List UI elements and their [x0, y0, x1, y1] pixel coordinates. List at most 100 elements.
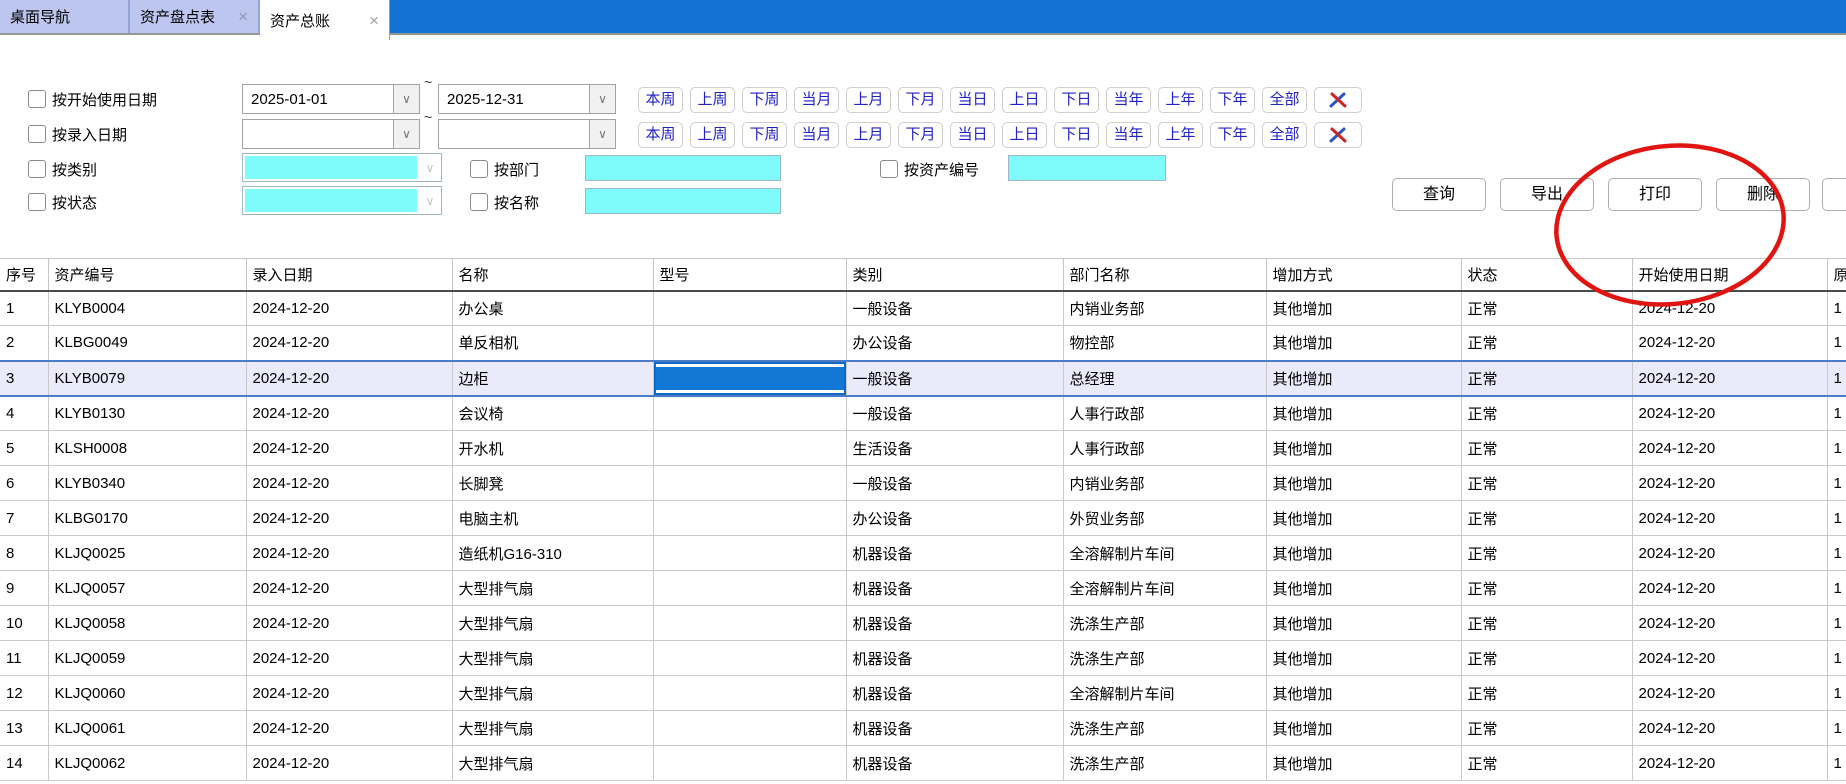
entry-date-to-dropdown[interactable]: ∨ — [438, 119, 616, 149]
table-cell[interactable]: 其他增加 — [1266, 326, 1461, 361]
column-header[interactable]: 部门名称 — [1063, 259, 1266, 291]
start-use-date-checkbox[interactable] — [28, 90, 46, 108]
quick-range-link[interactable]: 当月 — [794, 87, 839, 113]
quick-range-link[interactable]: 下日 — [1054, 122, 1099, 148]
start-date-from-dropdown[interactable]: 2025-01-01 ∨ — [242, 84, 420, 114]
table-cell[interactable]: 9 — [0, 571, 48, 606]
table-cell[interactable]: 正常 — [1461, 361, 1632, 396]
table-cell[interactable]: 7 — [0, 501, 48, 536]
column-header[interactable]: 名称 — [452, 259, 653, 291]
table-cell[interactable]: 正常 — [1461, 466, 1632, 501]
quick-range-link[interactable]: 上日 — [1002, 87, 1047, 113]
table-cell[interactable]: KLYB0130 — [48, 396, 246, 431]
table-row[interactable]: 4KLYB01302024-12-20会议椅一般设备人事行政部其他增加正常202… — [0, 396, 1846, 431]
table-cell[interactable]: 1 — [1827, 501, 1846, 536]
entry-date-checkbox[interactable] — [28, 125, 46, 143]
table-cell[interactable]: 正常 — [1461, 501, 1632, 536]
quick-range-link[interactable]: 下周 — [742, 122, 787, 148]
table-cell[interactable]: 一般设备 — [846, 396, 1063, 431]
table-cell[interactable]: 2024-12-20 — [1632, 711, 1827, 746]
table-cell[interactable]: 办公设备 — [846, 326, 1063, 361]
table-cell[interactable]: 大型排气扇 — [452, 746, 653, 781]
table-cell[interactable]: 2024-12-20 — [246, 326, 452, 361]
quick-range-link[interactable]: 上月 — [846, 87, 891, 113]
table-cell[interactable]: 2024-12-20 — [246, 431, 452, 466]
table-cell[interactable]: 大型排气扇 — [452, 641, 653, 676]
name-checkbox[interactable] — [470, 193, 488, 211]
table-cell[interactable]: 1 — [1827, 606, 1846, 641]
table-cell[interactable]: 开水机 — [452, 431, 653, 466]
column-header[interactable]: 状态 — [1461, 259, 1632, 291]
table-cell[interactable]: 2 — [0, 326, 48, 361]
table-cell[interactable]: 洗涤生产部 — [1063, 746, 1266, 781]
table-cell[interactable]: 机器设备 — [846, 641, 1063, 676]
column-header[interactable]: 资产编号 — [48, 259, 246, 291]
table-cell[interactable]: 其他增加 — [1266, 361, 1461, 396]
table-cell[interactable]: KLYB0340 — [48, 466, 246, 501]
table-cell[interactable]: 2024-12-20 — [246, 571, 452, 606]
table-cell[interactable]: 2024-12-20 — [1632, 431, 1827, 466]
department-input[interactable] — [585, 155, 781, 181]
table-cell[interactable]: KLSH0008 — [48, 431, 246, 466]
table-cell[interactable]: 正常 — [1461, 536, 1632, 571]
chevron-down-icon[interactable]: ∨ — [589, 120, 615, 148]
tab-close-icon[interactable]: × — [238, 8, 248, 25]
table-cell[interactable] — [653, 396, 846, 431]
table-cell[interactable]: KLJQ0058 — [48, 606, 246, 641]
quick-range-link[interactable]: 当日 — [950, 122, 995, 148]
table-cell[interactable] — [653, 431, 846, 466]
table-cell[interactable] — [653, 711, 846, 746]
table-cell[interactable]: 机器设备 — [846, 676, 1063, 711]
table-cell[interactable] — [653, 571, 846, 606]
table-cell[interactable]: 其他增加 — [1266, 711, 1461, 746]
quick-range-link[interactable]: 当年 — [1106, 87, 1151, 113]
table-cell[interactable]: 5 — [0, 431, 48, 466]
table-cell[interactable]: 长脚凳 — [452, 466, 653, 501]
clear-date-filter-icon[interactable] — [1314, 122, 1362, 148]
quick-range-link[interactable]: 当月 — [794, 122, 839, 148]
action-button-print[interactable]: 打印 — [1608, 178, 1702, 211]
table-cell[interactable]: 2024-12-20 — [1632, 746, 1827, 781]
tab-close-icon[interactable]: × — [369, 12, 379, 29]
column-header[interactable]: 录入日期 — [246, 259, 452, 291]
table-cell[interactable]: 其他增加 — [1266, 536, 1461, 571]
table-cell[interactable]: 1 — [1827, 291, 1846, 326]
chevron-down-icon[interactable]: ∨ — [589, 85, 615, 113]
quick-range-link[interactable]: 当年 — [1106, 122, 1151, 148]
table-cell[interactable]: 2024-12-20 — [1632, 536, 1827, 571]
quick-range-link[interactable]: 下周 — [742, 87, 787, 113]
table-row[interactable]: 1KLYB00042024-12-20办公桌一般设备内销业务部其他增加正常202… — [0, 291, 1846, 326]
action-button-delete[interactable]: 删除 — [1716, 178, 1810, 211]
table-cell[interactable]: 2024-12-20 — [1632, 641, 1827, 676]
table-cell[interactable] — [653, 501, 846, 536]
department-checkbox[interactable] — [470, 160, 488, 178]
asset-no-input[interactable] — [1008, 155, 1166, 181]
table-cell[interactable]: 正常 — [1461, 396, 1632, 431]
table-cell[interactable]: 正常 — [1461, 676, 1632, 711]
status-checkbox[interactable] — [28, 193, 46, 211]
table-row[interactable]: 12KLJQ00602024-12-20大型排气扇机器设备全溶解制片车间其他增加… — [0, 676, 1846, 711]
table-row[interactable]: 9KLJQ00572024-12-20大型排气扇机器设备全溶解制片车间其他增加正… — [0, 571, 1846, 606]
table-cell[interactable]: 1 — [1827, 466, 1846, 501]
quick-range-link[interactable]: 上年 — [1158, 122, 1203, 148]
table-cell[interactable]: 1 — [1827, 641, 1846, 676]
column-header[interactable]: 原值 — [1827, 259, 1846, 291]
table-cell[interactable]: KLBG0170 — [48, 501, 246, 536]
table-cell[interactable]: 2024-12-20 — [246, 711, 452, 746]
table-cell[interactable]: 正常 — [1461, 641, 1632, 676]
table-cell[interactable]: 2024-12-20 — [1632, 291, 1827, 326]
table-cell[interactable]: 2024-12-20 — [246, 501, 452, 536]
table-cell[interactable]: 2024-12-20 — [246, 606, 452, 641]
quick-range-link[interactable]: 本周 — [638, 122, 683, 148]
table-cell[interactable]: 10 — [0, 606, 48, 641]
column-header[interactable]: 类别 — [846, 259, 1063, 291]
table-cell[interactable]: 洗涤生产部 — [1063, 711, 1266, 746]
status-combo[interactable]: ∨ — [242, 186, 442, 215]
table-cell[interactable]: 洗涤生产部 — [1063, 641, 1266, 676]
quick-range-link[interactable]: 下年 — [1210, 87, 1255, 113]
table-cell[interactable]: 1 — [1827, 746, 1846, 781]
table-cell[interactable]: 其他增加 — [1266, 746, 1461, 781]
quick-range-link[interactable]: 全部 — [1262, 87, 1307, 113]
table-cell[interactable]: 2024-12-20 — [1632, 396, 1827, 431]
table-cell[interactable]: 内销业务部 — [1063, 291, 1266, 326]
